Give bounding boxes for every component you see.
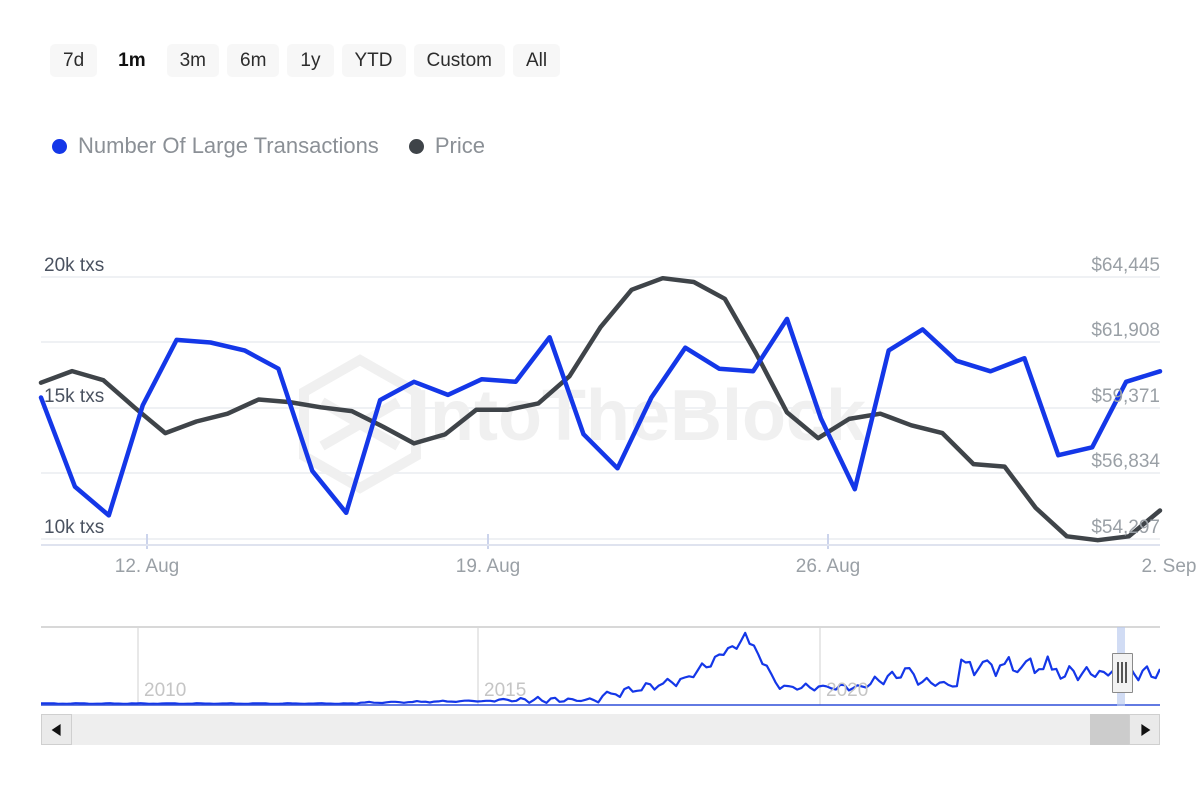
right-axis-tick-label: $54,297	[1091, 517, 1160, 538]
scrollbar-thumb[interactable]	[1090, 714, 1129, 745]
scrollbar-track[interactable]	[72, 714, 1129, 745]
x-axis-tick-label: 12. Aug	[114, 556, 180, 577]
chart-navigator[interactable]: 2010 2015 2020	[41, 622, 1161, 712]
navigator-svg[interactable]	[41, 622, 1161, 712]
scroll-left-button[interactable]	[41, 714, 72, 745]
left-axis-tick-label: 20k txs	[44, 255, 105, 276]
handle-grip-line	[1125, 662, 1127, 683]
x-axis-tick-label: 26. Aug	[795, 556, 861, 577]
right-range-handle[interactable]	[1112, 653, 1133, 693]
left-axis-tick-label: 15k txs	[44, 386, 105, 407]
handle-grip-line	[1117, 662, 1119, 683]
left-axis-tick-label: 10k txs	[44, 517, 105, 538]
scroll-right-arrow-icon	[1140, 723, 1150, 736]
chart-scrollbar[interactable]	[41, 714, 1160, 745]
x-axis-tick-label: 19. Aug	[455, 556, 521, 577]
right-axis-tick-label: $56,834	[1091, 451, 1160, 472]
right-axis-tick-label: $59,371	[1091, 386, 1160, 407]
right-axis-tick-label: $64,445	[1091, 255, 1160, 276]
x-axis-tick-label: 2. Sep	[1141, 556, 1197, 577]
watermark-text: IntoTheBlock	[410, 376, 867, 456]
scroll-left-arrow-icon	[51, 723, 61, 736]
watermark: IntoTheBlock	[299, 354, 867, 494]
navigator-year-label: 2015	[484, 680, 527, 701]
scroll-right-button[interactable]	[1129, 714, 1160, 745]
x-axis-ticks	[146, 534, 829, 549]
handle-grip-line	[1121, 662, 1123, 683]
navigator-year-label: 2020	[826, 680, 869, 701]
navigator-year-label: 2010	[144, 680, 187, 701]
right-axis-tick-label: $61,908	[1091, 320, 1160, 341]
